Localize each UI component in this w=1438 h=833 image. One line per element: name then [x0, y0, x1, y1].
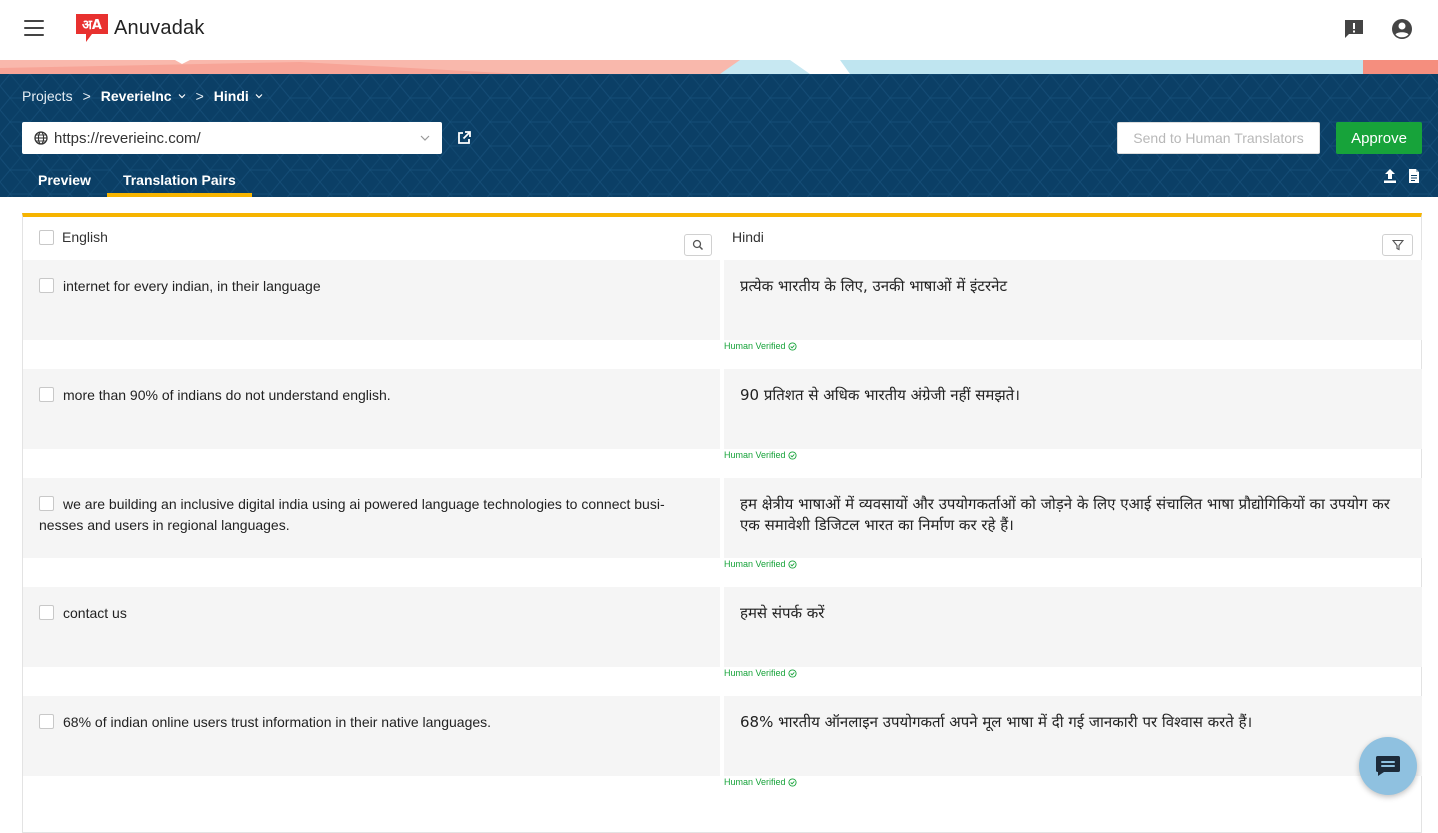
- document-icon[interactable]: [1406, 168, 1422, 184]
- target-cell[interactable]: 90 प्रतिशत से अधिक भारतीय अंग्रेजी नहीं …: [724, 369, 1422, 449]
- status-badge: Human Verified: [724, 776, 797, 788]
- status-badge: Human Verified: [724, 449, 797, 461]
- url-select-value: https://reverieinc.com/: [54, 129, 201, 147]
- source-text: more than 90% of indians do not understa…: [63, 387, 391, 403]
- breadcrumb-projects[interactable]: Projects: [22, 88, 73, 104]
- translation-pairs-table: English Hindi internet for every indian,…: [22, 213, 1422, 833]
- source-language-label: English: [62, 229, 108, 245]
- feedback-icon[interactable]: [1342, 17, 1366, 41]
- status-badge: Human Verified: [724, 558, 797, 570]
- filter-icon[interactable]: [1382, 234, 1413, 256]
- search-icon[interactable]: [684, 234, 712, 256]
- target-text[interactable]: प्रत्येक भारतीय के लिए, उनकी भाषाओं में …: [740, 276, 1400, 297]
- target-cell[interactable]: 68% भारतीय ऑनलाइन उपयोगकर्ता अपने मूल भा…: [724, 696, 1422, 776]
- status-badge: Human Verified: [724, 340, 797, 352]
- project-header: Projects > ReverieInc > Hindi https://re…: [0, 74, 1438, 197]
- table-row: we are building an inclusive digital ind…: [23, 478, 1422, 587]
- status-label: Human Verified: [724, 450, 786, 460]
- target-cell[interactable]: हमसे संपर्क करें: [724, 587, 1422, 667]
- decorative-strip: [0, 60, 1438, 74]
- source-cell: contact us: [23, 587, 720, 667]
- hamburger-menu-icon[interactable]: [24, 20, 44, 36]
- source-text: 68% of indian online users trust informa…: [63, 714, 492, 730]
- check-circle-icon: [787, 450, 797, 460]
- breadcrumb: Projects > ReverieInc > Hindi: [22, 88, 263, 104]
- target-text[interactable]: हमसे संपर्क करें: [740, 603, 1400, 624]
- status-label: Human Verified: [724, 559, 786, 569]
- source-cell: 68% of indian online users trust informa…: [23, 696, 720, 776]
- target-cell[interactable]: हम क्षेत्रीय भाषाओं में व्यवसायों और उपय…: [724, 478, 1422, 558]
- source-text: we are building an inclusive digital ind…: [39, 496, 665, 533]
- svg-text:अA: अA: [82, 18, 102, 33]
- breadcrumb-separator: >: [195, 88, 204, 104]
- target-cell[interactable]: प्रत्येक भारतीय के लिए, उनकी भाषाओं में …: [724, 260, 1422, 340]
- status-label: Human Verified: [724, 668, 786, 678]
- chat-button[interactable]: [1359, 737, 1417, 795]
- check-circle-icon: [787, 668, 797, 678]
- source-column-header: English: [39, 229, 108, 245]
- select-all-checkbox[interactable]: [39, 229, 54, 245]
- external-link-icon[interactable]: [456, 130, 472, 146]
- tab-bar: Preview Translation Pairs: [22, 162, 252, 197]
- target-column-header: Hindi: [732, 229, 764, 245]
- source-cell: more than 90% of indians do not understa…: [23, 369, 720, 449]
- source-text: internet for every indian, in their lang…: [63, 278, 321, 294]
- check-circle-icon: [787, 777, 797, 787]
- top-bar: अA Anuvadak: [0, 0, 1438, 60]
- target-text[interactable]: 68% भारतीय ऑनलाइन उपयोगकर्ता अपने मूल भा…: [740, 712, 1400, 733]
- chevron-down-icon: [178, 94, 186, 99]
- status-label: Human Verified: [724, 341, 786, 351]
- approve-button[interactable]: Approve: [1336, 122, 1422, 154]
- globe-icon: [34, 131, 48, 145]
- source-cell: internet for every indian, in their lang…: [23, 260, 720, 340]
- app-logo[interactable]: अA Anuvadak: [74, 12, 205, 44]
- app-name: Anuvadak: [114, 16, 205, 39]
- upload-icon[interactable]: [1382, 168, 1398, 184]
- breadcrumb-separator: >: [82, 88, 91, 104]
- table-row: 68% of indian online users trust informa…: [23, 696, 1422, 805]
- chevron-down-icon: [420, 135, 430, 141]
- tab-preview[interactable]: Preview: [22, 162, 107, 197]
- chat-icon: [1376, 756, 1400, 776]
- account-icon[interactable]: [1390, 17, 1414, 41]
- target-text[interactable]: 90 प्रतिशत से अधिक भारतीय अंग्रेजी नहीं …: [740, 385, 1400, 406]
- anuvadak-logo-icon: अA: [74, 12, 110, 44]
- target-language-label: Hindi: [732, 229, 764, 245]
- table-header: English Hindi: [23, 217, 1421, 260]
- breadcrumb-language-label: Hindi: [213, 88, 249, 104]
- send-to-human-translators-button[interactable]: Send to Human Translators: [1117, 122, 1320, 154]
- breadcrumb-project-label: ReverieInc: [100, 88, 172, 104]
- band-actions: [1382, 168, 1422, 184]
- table-row: internet for every indian, in their lang…: [23, 260, 1422, 369]
- tab-translation-pairs[interactable]: Translation Pairs: [106, 162, 252, 197]
- source-text: contact us: [63, 605, 127, 621]
- chevron-down-icon: [255, 94, 263, 99]
- target-text[interactable]: हम क्षेत्रीय भाषाओं में व्यवसायों और उपय…: [740, 494, 1400, 536]
- source-cell: we are building an inclusive digital ind…: [23, 478, 720, 558]
- table-row: more than 90% of indians do not understa…: [23, 369, 1422, 478]
- table-row: contact us हमसे संपर्क करें Human Verifi…: [23, 587, 1422, 696]
- check-circle-icon: [787, 341, 797, 351]
- breadcrumb-project-dropdown[interactable]: ReverieInc: [101, 88, 186, 104]
- check-circle-icon: [787, 559, 797, 569]
- status-badge: Human Verified: [724, 667, 797, 679]
- breadcrumb-language-dropdown[interactable]: Hindi: [214, 88, 263, 104]
- status-label: Human Verified: [724, 777, 786, 787]
- url-select[interactable]: https://reverieinc.com/: [22, 122, 442, 154]
